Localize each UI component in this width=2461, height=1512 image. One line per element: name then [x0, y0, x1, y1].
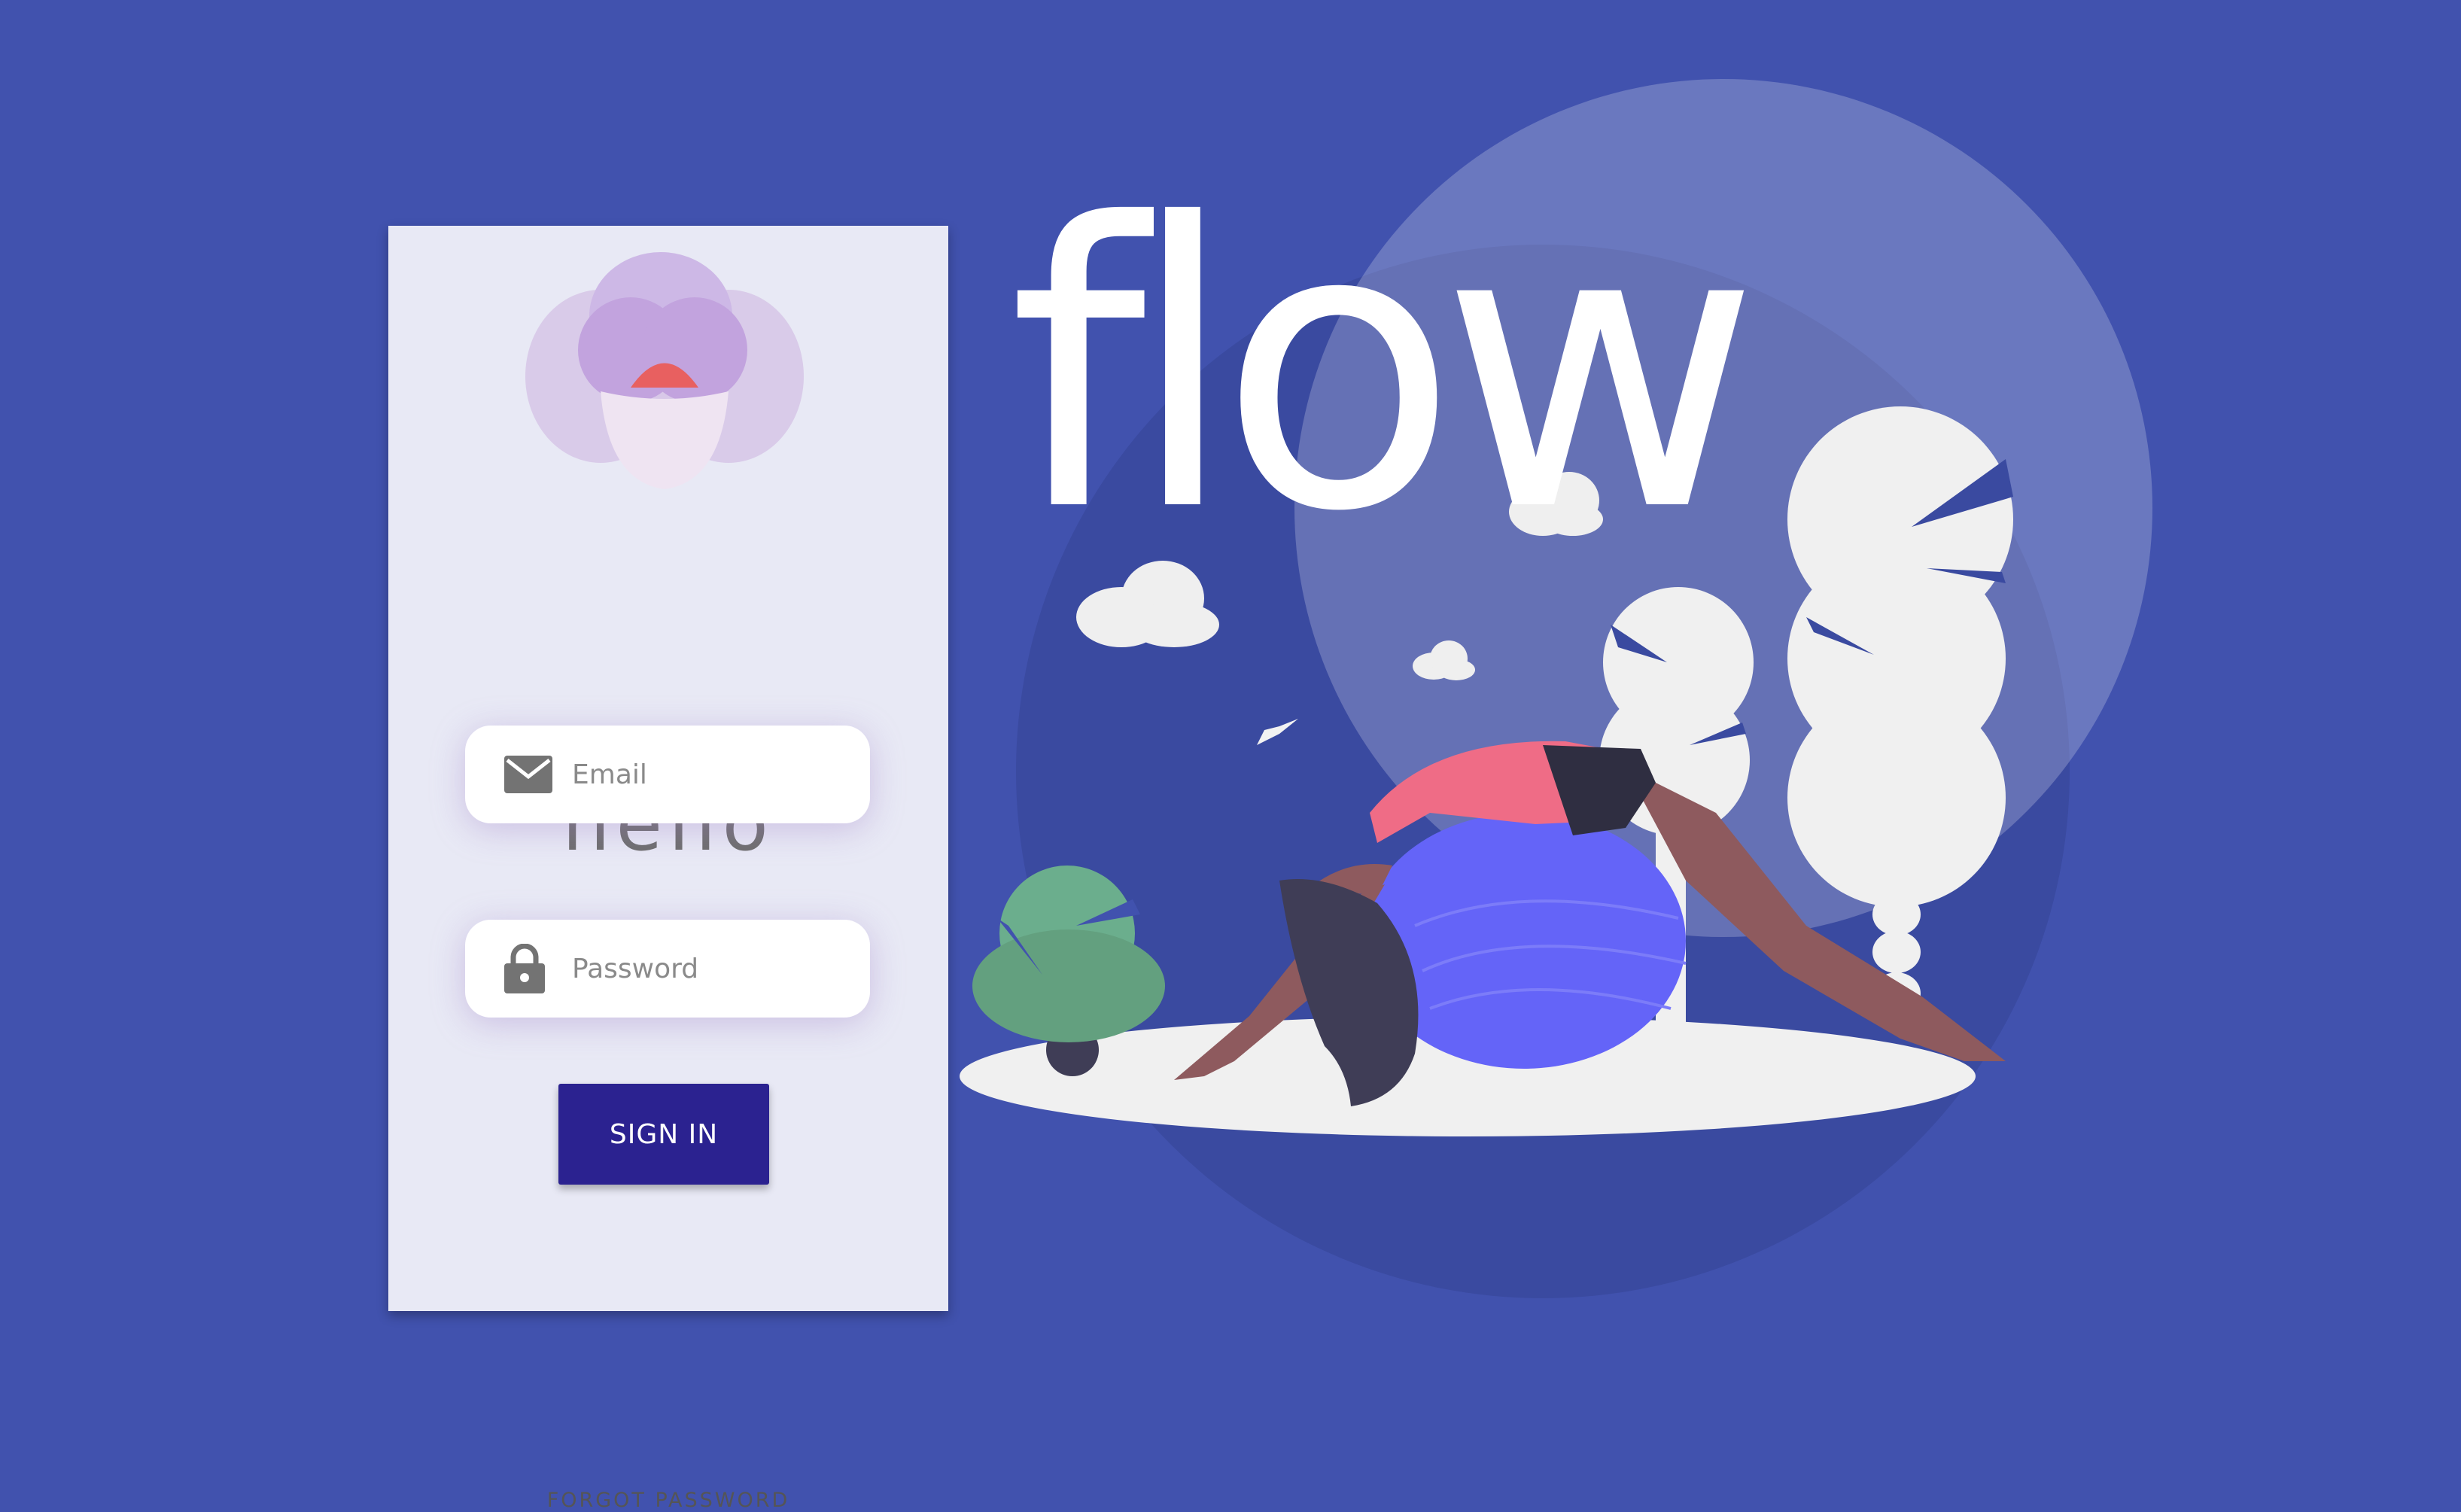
email-input[interactable] — [570, 726, 847, 823]
padlock-icon — [504, 944, 545, 993]
password-field[interactable] — [465, 920, 870, 1018]
email-field[interactable] — [465, 726, 870, 823]
envelope-icon — [504, 756, 552, 793]
password-input[interactable] — [570, 920, 847, 1018]
login-panel: hello SIGN IN FORGOT PASSWORD — [388, 226, 948, 1512]
app-title: flow — [1008, 141, 1760, 597]
sign-in-button[interactable]: SIGN IN — [558, 1084, 769, 1185]
forgot-password-link[interactable]: FORGOT PASSWORD — [388, 1489, 948, 1512]
lotus-flower-icon — [525, 252, 804, 489]
